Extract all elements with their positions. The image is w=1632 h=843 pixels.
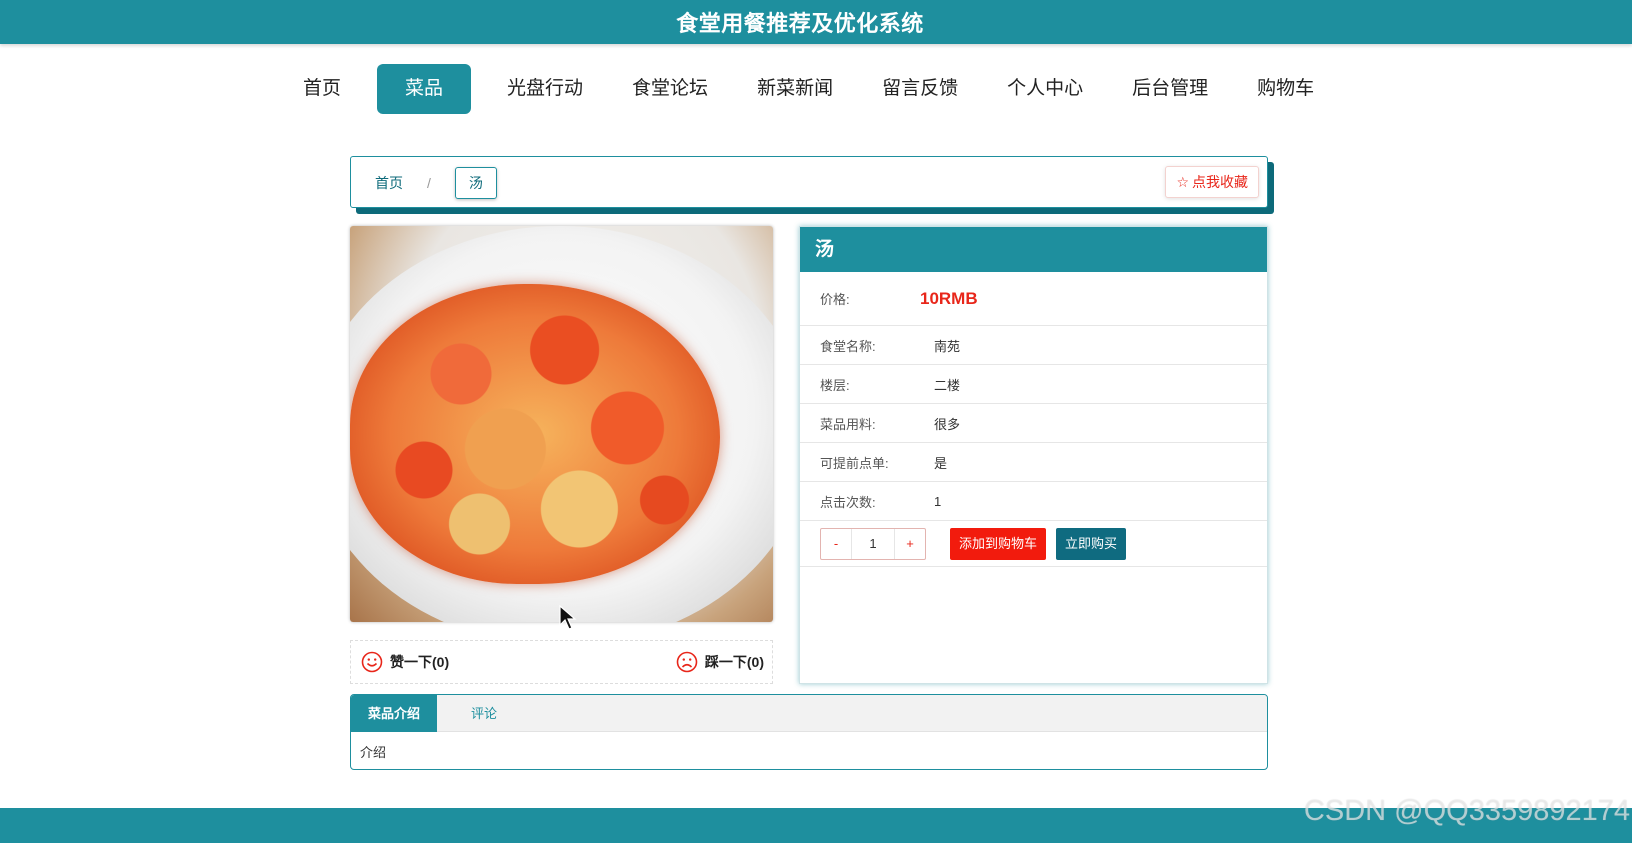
mouse-cursor-icon — [559, 605, 577, 630]
quantity-decrease-button[interactable]: - — [821, 529, 851, 559]
breadcrumb-separator: / — [427, 175, 431, 191]
like-button[interactable]: 赞一下(0) — [361, 651, 449, 673]
detail-value: 南苑 — [934, 338, 961, 354]
dish-title: 汤 — [800, 227, 1267, 272]
dish-tabs: 菜品介绍 评论 介绍 — [350, 694, 1268, 770]
nav-item-profile[interactable]: 个人中心 — [994, 64, 1096, 114]
like-label: 赞一下(0) — [390, 654, 450, 670]
vote-box: 赞一下(0) 踩一下(0) — [350, 640, 773, 684]
breadcrumb-bar: 首页 / 汤 ☆ 点我收藏 — [350, 156, 1268, 208]
favorite-label: 点我收藏 — [1192, 174, 1248, 190]
dish-image — [350, 226, 773, 622]
add-to-cart-button[interactable]: 添加到购物车 — [950, 527, 1047, 560]
main-nav: 首页 菜品 光盘行动 食堂论坛 新菜新闻 留言反馈 个人中心 后台管理 购物车 — [290, 64, 1350, 114]
nav-item-news[interactable]: 新菜新闻 — [744, 64, 846, 114]
detail-label: 可提前点单: — [820, 455, 889, 471]
detail-row-canteen: 食堂名称: 南苑 — [800, 326, 1267, 365]
favorite-button[interactable]: ☆ 点我收藏 — [1165, 166, 1259, 198]
nav-item-cart[interactable]: 购物车 — [1244, 64, 1327, 114]
detail-label: 点击次数: — [820, 494, 876, 510]
price-label: 价格: — [820, 292, 850, 307]
star-outline-icon: ☆ — [1176, 174, 1189, 190]
nav-item-home[interactable]: 首页 — [290, 64, 354, 114]
detail-value: 很多 — [934, 416, 961, 432]
detail-row-ingredients: 菜品用料: 很多 — [800, 404, 1267, 443]
breadcrumb-home-link[interactable]: 首页 — [375, 173, 403, 193]
dislike-button[interactable]: 踩一下(0) — [676, 651, 764, 673]
breadcrumb-current[interactable]: 汤 — [454, 167, 497, 199]
detail-value: 是 — [934, 455, 948, 471]
tab-comments[interactable]: 评论 — [437, 695, 531, 732]
detail-label: 菜品用料: — [820, 416, 876, 432]
detail-row-clicks: 点击次数: 1 — [800, 482, 1267, 521]
nav-item-feedback[interactable]: 留言反馈 — [869, 64, 971, 114]
nav-item-admin[interactable]: 后台管理 — [1119, 64, 1221, 114]
detail-row-preorder: 可提前点单: 是 — [800, 443, 1267, 482]
nav-item-dishes[interactable]: 菜品 — [377, 64, 472, 114]
quantity-input[interactable] — [851, 528, 895, 559]
breadcrumb: 首页 / 汤 — [351, 167, 497, 199]
site-title: 食堂用餐推荐及优化系统 — [676, 11, 924, 36]
detail-label: 食堂名称: — [820, 338, 876, 354]
tab-introduction[interactable]: 菜品介绍 — [351, 695, 438, 732]
tab-bar: 菜品介绍 评论 — [351, 695, 1267, 732]
food-graphic — [350, 284, 720, 584]
detail-value: 1 — [934, 493, 942, 509]
nav-item-clean-plate[interactable]: 光盘行动 — [494, 64, 596, 114]
buy-now-button[interactable]: 立即购买 — [1056, 527, 1127, 560]
quantity-stepper: - + — [820, 527, 926, 560]
detail-value: 二楼 — [934, 377, 961, 393]
watermark: CSDN @QQ3359892174 — [1303, 795, 1630, 827]
dislike-label: 踩一下(0) — [704, 654, 764, 670]
quantity-increase-button[interactable]: + — [895, 529, 925, 559]
dish-detail-panel: 汤 价格: 10RMB 食堂名称: 南苑 楼层: 二楼 菜品用料: 很多 可提前… — [799, 226, 1268, 684]
price-value: 10RMB — [920, 288, 978, 308]
top-header-bar: 食堂用餐推荐及优化系统 — [0, 0, 1632, 44]
frown-icon — [676, 651, 698, 673]
nav-item-forum[interactable]: 食堂论坛 — [619, 64, 721, 114]
smile-icon — [361, 651, 383, 673]
tab-content: 介绍 — [360, 745, 387, 760]
purchase-actions: - + 添加到购物车 立即购买 — [800, 521, 1267, 567]
detail-row-floor: 楼层: 二楼 — [800, 365, 1267, 404]
price-row: 价格: 10RMB — [800, 272, 1267, 326]
detail-label: 楼层: — [820, 377, 850, 393]
